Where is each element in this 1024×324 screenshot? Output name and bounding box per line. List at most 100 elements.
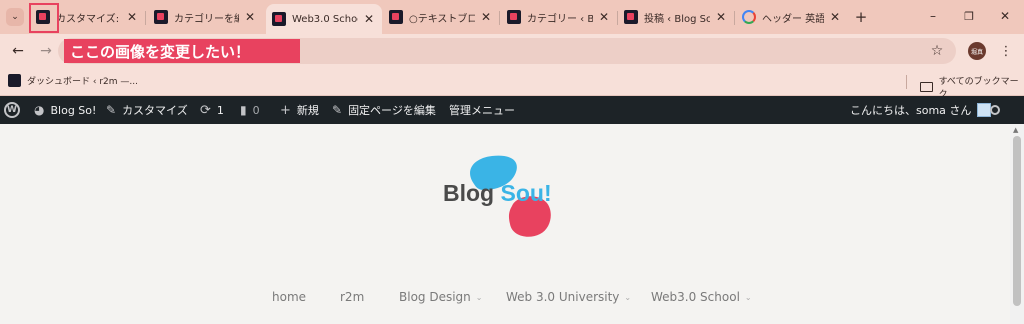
forward-button[interactable]: → [36,42,56,60]
close-icon[interactable]: ✕ [479,10,493,24]
new-label: 新規 [296,104,319,117]
chevron-down-icon: ⌄ [624,292,632,302]
site-favicon-icon [272,12,286,26]
close-icon[interactable]: ✕ [597,10,611,24]
bookmarks-divider [906,75,907,89]
close-icon[interactable]: ✕ [714,10,728,24]
minimize-icon: – [930,9,936,23]
nav-web3-university[interactable]: Web 3.0 University ⌄ [506,290,631,304]
updates-count: 1 [216,103,224,117]
maximize-button[interactable]: ❐ [958,6,980,26]
wp-logo-button[interactable]: W [4,96,20,124]
omnibox[interactable]: ここの画像を変更したい！ ☆ [58,38,956,64]
chevron-down-icon: ⌄ [744,292,752,302]
scroll-up-arrow[interactable]: ▲ [1013,126,1018,134]
close-icon[interactable]: ✕ [828,10,842,24]
edit-page-label: 固定ページを編集 [348,104,436,117]
nav-home[interactable]: home [272,290,306,304]
wp-edit-page[interactable]: ✎ 固定ページを編集 [332,96,436,124]
site-favicon-icon [624,10,638,24]
site-favicon-icon [154,10,168,24]
wp-search-button[interactable] [990,96,1000,124]
bookmark-label: ダッシュボード ‹ r2m —... [27,77,138,87]
annotation-text: ここの画像を変更したい！ [70,42,251,61]
wp-site-name[interactable]: ◕ Blog So! [34,96,96,124]
restore-icon: ❐ [964,9,974,23]
tab-label: カテゴリーを編集 [174,13,239,25]
annotation-label: ここの画像を変更したい！ [64,39,300,63]
nav-label: Web3.0 School [651,290,740,304]
profile-avatar[interactable]: 堀真 [968,42,986,60]
close-icon[interactable]: ✕ [243,10,257,24]
bookmark-star-button[interactable]: ☆ [928,42,946,60]
nav-label: home [272,290,307,304]
bookmarks-bar: ダッシュボード ‹ r2m —... すべてのブックマーク [0,68,1024,100]
close-window-button[interactable]: ✕ [994,6,1016,26]
site-favicon-icon [8,74,21,87]
chevron-down-icon: ⌄ [11,12,19,22]
wp-new[interactable]: + 新規 [280,96,319,124]
site-favicon-icon [507,10,521,24]
tab-label: Web3.0 Schoo [292,13,358,25]
wp-comments[interactable]: ▮ 0 [240,96,260,124]
plus-icon: + [280,102,291,118]
close-icon[interactable]: ✕ [125,10,139,24]
customize-label: カスタマイズ [122,104,188,117]
nav-blog-design[interactable]: Blog Design ⌄ [399,290,482,304]
nav-label: Web 3.0 University [506,290,620,304]
browser-menu-button[interactable]: ⋮ [998,42,1014,60]
wp-updates[interactable]: ⟳ 1 [200,96,224,124]
nav-label: Blog Design [399,290,471,304]
page-scrollbar[interactable]: ▲ [1010,124,1024,324]
scrollbar-thumb[interactable] [1013,136,1021,306]
profile-initials: 堀真 [970,48,983,56]
wp-my-account[interactable]: こんにちは、soma さん [850,96,992,124]
tab-search-button[interactable]: ⌄ [6,8,24,26]
tab-posts[interactable]: 投稿 ‹ Blog So ✕ [618,4,735,30]
tab-category-list[interactable]: カテゴリー ‹ Blog ✕ [501,4,618,30]
highlight-box [29,3,59,33]
pencil-icon: ✎ [332,103,343,117]
wordpress-icon: W [4,102,20,118]
arrow-right-icon: → [40,43,52,59]
tab-label: 投稿 ‹ Blog So [644,13,710,25]
close-icon: ✕ [999,9,1011,23]
folder-icon [920,82,933,92]
site-logo[interactable]: Blog Sou! [440,154,580,244]
plus-icon: + [854,8,868,26]
bookmark-dashboard[interactable]: ダッシュボード ‹ r2m —... [8,74,138,87]
wp-admin-menu[interactable]: 管理メニュー [449,96,515,124]
tab-label: ヘッダー 英語 - [762,13,824,25]
google-icon [742,10,756,24]
wp-admin-bar: W ◕ Blog So! ✎ カスタマイズ ⟳ 1 ▮ 0 + 新規 ✎ 固定ペ… [0,96,1024,124]
logo-text-dark: Blog [443,180,501,206]
nav-web3-school[interactable]: Web3.0 School ⌄ [651,290,752,304]
comments-count: 0 [252,103,260,117]
wp-customize[interactable]: ✎ カスタマイズ [106,96,188,124]
tab-label: ○テキストブロッ [409,13,475,25]
tab-edit-category[interactable]: カテゴリーを編集 ✕ [148,4,263,30]
tab-label: カテゴリー ‹ Blog [527,13,593,25]
greeting-label: こんにちは、soma さん [850,104,972,117]
paintbrush-icon: ✎ [106,103,117,117]
refresh-icon: ⟳ [200,102,211,118]
logo-wordmark: Blog Sou! [443,180,552,207]
nav-label: r2m [340,290,365,304]
tab-google-search[interactable]: ヘッダー 英語 - ✕ [736,4,848,30]
kebab-menu-icon: ⋮ [999,43,1013,59]
admin-menu-label: 管理メニュー [449,104,515,117]
nav-r2m[interactable]: r2m [340,290,364,304]
tab-web3-school[interactable]: Web3.0 Schoo ✕ [266,4,382,34]
new-tab-button[interactable]: + [852,8,870,26]
search-icon [990,105,1000,115]
arrow-left-icon: ← [12,43,24,59]
star-icon: ☆ [930,43,944,59]
back-button[interactable]: ← [8,42,28,60]
address-bar-row: ← → ここの画像を変更したい！ ☆ 堀真 ⋮ [0,34,1024,68]
close-icon[interactable]: ✕ [362,12,376,26]
comment-icon: ▮ [240,103,247,117]
minimize-button[interactable]: – [922,6,944,26]
tab-label: カスタマイズ: Blo [56,13,121,25]
dashboard-icon: ◕ [34,103,45,117]
tab-text-block[interactable]: ○テキストブロッ ✕ [383,4,500,30]
